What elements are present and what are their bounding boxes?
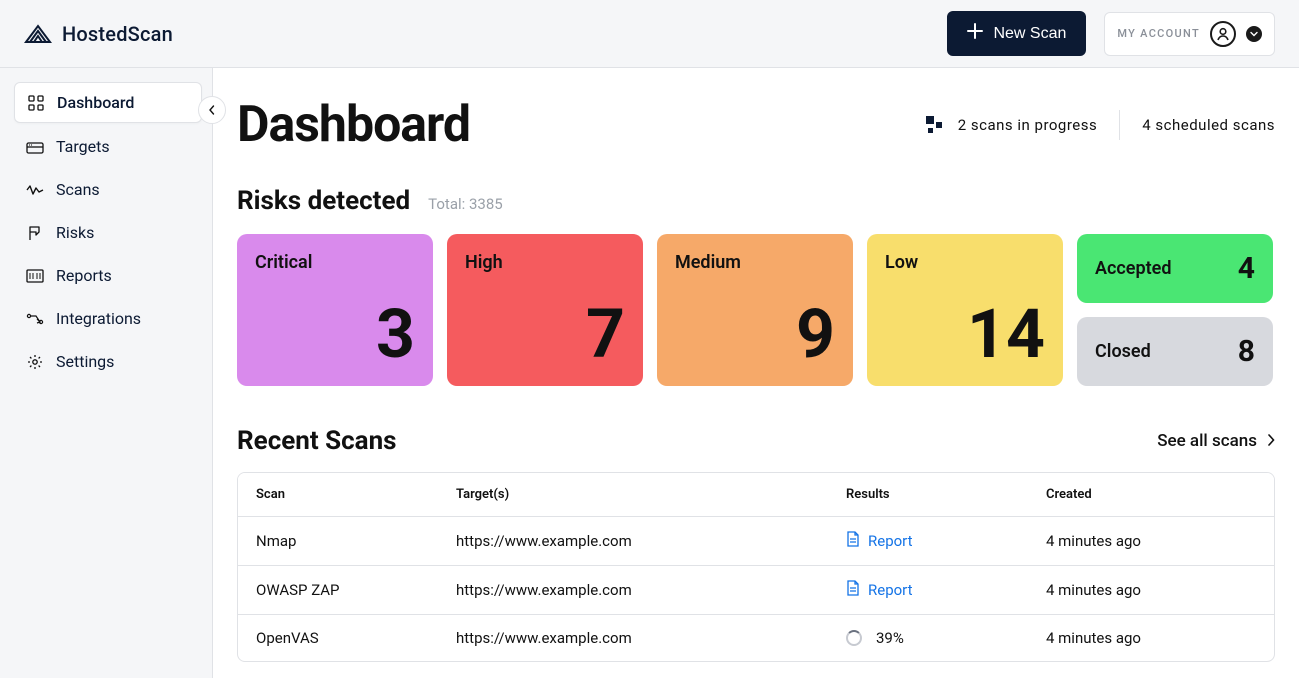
risk-label: Closed xyxy=(1095,341,1151,362)
account-menu[interactable]: MY ACCOUNT xyxy=(1104,12,1275,56)
scans-icon xyxy=(26,181,44,199)
cell-target: https://www.example.com xyxy=(456,581,846,599)
sidebar-item-label: Reports xyxy=(56,266,112,285)
risk-label: Accepted xyxy=(1095,258,1171,279)
risk-value: 8 xyxy=(1238,334,1255,369)
chevron-down-icon xyxy=(1246,26,1262,42)
settings-icon xyxy=(26,353,44,371)
risk-value: 3 xyxy=(376,300,415,368)
sidebar-item-settings[interactable]: Settings xyxy=(14,342,202,381)
sidebar-item-scans[interactable]: Scans xyxy=(14,170,202,209)
brand-name: HostedScan xyxy=(62,22,173,46)
col-scan: Scan xyxy=(256,487,456,502)
scan-progress: 39% xyxy=(846,629,1046,647)
risk-value: 14 xyxy=(967,300,1045,368)
risk-value: 7 xyxy=(586,300,625,368)
cell-target: https://www.example.com xyxy=(456,629,846,647)
sidebar-item-label: Targets xyxy=(56,137,110,156)
sidebar-item-label: Risks xyxy=(56,223,94,242)
document-icon xyxy=(846,531,860,551)
risk-card-closed[interactable]: Closed 8 xyxy=(1077,317,1273,386)
sidebar-item-targets[interactable]: Targets xyxy=(14,127,202,166)
col-targets: Target(s) xyxy=(456,487,846,502)
risks-total: Total: 3385 xyxy=(428,195,503,213)
risk-label: Low xyxy=(885,252,1045,273)
scheduled-scans-text: 4 scheduled scans xyxy=(1142,116,1275,134)
report-link[interactable]: Report xyxy=(846,531,1046,551)
sidebar-item-label: Scans xyxy=(56,180,100,199)
risk-card-medium[interactable]: Medium 9 xyxy=(657,234,853,386)
page-title: Dashboard xyxy=(237,96,470,154)
targets-icon xyxy=(26,138,44,156)
progress-blocks-icon xyxy=(926,116,946,134)
new-scan-label: New Scan xyxy=(993,25,1066,43)
risk-card-low[interactable]: Low 14 xyxy=(867,234,1063,386)
col-results: Results xyxy=(846,487,1046,502)
risk-cards: Critical 3 High 7 Medium 9 Low 14 Accept… xyxy=(237,234,1275,386)
scans-in-progress[interactable]: 2 scans in progress xyxy=(926,116,1098,134)
reports-icon xyxy=(26,267,44,285)
scheduled-scans[interactable]: 4 scheduled scans xyxy=(1142,116,1275,134)
risk-card-high[interactable]: High 7 xyxy=(447,234,643,386)
risks-section-title: Risks detected xyxy=(237,186,410,216)
recent-scans-table: Scan Target(s) Results Created Nmap http… xyxy=(237,472,1275,662)
risk-label: Critical xyxy=(255,252,415,273)
integrations-icon xyxy=(26,310,44,328)
cell-created: 4 minutes ago xyxy=(1046,629,1256,647)
cell-scan: OWASP ZAP xyxy=(256,581,456,599)
document-icon xyxy=(846,580,860,600)
sidebar-item-label: Settings xyxy=(56,352,114,371)
spinner-icon xyxy=(846,630,862,646)
plus-icon xyxy=(967,23,983,44)
risk-label: Medium xyxy=(675,252,835,273)
report-link[interactable]: Report xyxy=(846,580,1046,600)
see-all-scans-link[interactable]: See all scans xyxy=(1157,431,1275,451)
risk-card-accepted[interactable]: Accepted 4 xyxy=(1077,234,1273,303)
sidebar-item-label: Integrations xyxy=(56,309,141,328)
risk-label: High xyxy=(465,252,625,273)
col-created: Created xyxy=(1046,487,1256,502)
report-label: Report xyxy=(868,532,913,550)
sidebar: Dashboard Targets Scans Risks xyxy=(0,68,213,678)
sidebar-item-reports[interactable]: Reports xyxy=(14,256,202,295)
table-header-row: Scan Target(s) Results Created xyxy=(238,473,1274,516)
cell-created: 4 minutes ago xyxy=(1046,532,1256,550)
cell-target: https://www.example.com xyxy=(456,532,846,550)
main-content: Dashboard 2 scans in progress 4 schedule… xyxy=(213,68,1299,678)
report-label: Report xyxy=(868,581,913,599)
cell-scan: Nmap xyxy=(256,532,456,550)
logo-icon xyxy=(24,22,52,46)
app-header: HostedScan New Scan MY ACCOUNT xyxy=(0,0,1299,68)
scans-in-progress-text: 2 scans in progress xyxy=(958,116,1098,134)
cell-created: 4 minutes ago xyxy=(1046,581,1256,599)
sidebar-item-risks[interactable]: Risks xyxy=(14,213,202,252)
status-divider xyxy=(1119,110,1120,140)
sidebar-item-integrations[interactable]: Integrations xyxy=(14,299,202,338)
account-label: MY ACCOUNT xyxy=(1117,27,1200,40)
risks-icon xyxy=(26,224,44,242)
sidebar-collapse-button[interactable] xyxy=(198,96,226,124)
risk-value: 9 xyxy=(796,300,835,368)
progress-percent: 39% xyxy=(876,629,904,647)
chevron-right-icon xyxy=(1267,431,1275,451)
see-all-label: See all scans xyxy=(1157,431,1257,451)
cell-scan: OpenVAS xyxy=(256,629,456,647)
sidebar-item-dashboard[interactable]: Dashboard xyxy=(14,82,202,123)
new-scan-button[interactable]: New Scan xyxy=(947,11,1086,56)
scan-status-bar: 2 scans in progress 4 scheduled scans xyxy=(926,110,1275,140)
sidebar-item-label: Dashboard xyxy=(57,93,134,112)
risk-value: 4 xyxy=(1238,251,1255,286)
risk-card-critical[interactable]: Critical 3 xyxy=(237,234,433,386)
brand-logo[interactable]: HostedScan xyxy=(24,22,173,46)
table-row[interactable]: OWASP ZAP https://www.example.com Report… xyxy=(238,565,1274,614)
user-icon xyxy=(1210,21,1236,47)
table-row[interactable]: Nmap https://www.example.com Report 4 mi… xyxy=(238,516,1274,565)
table-row[interactable]: OpenVAS https://www.example.com 39% 4 mi… xyxy=(238,614,1274,661)
dashboard-icon xyxy=(27,94,45,112)
recent-scans-title: Recent Scans xyxy=(237,426,397,456)
